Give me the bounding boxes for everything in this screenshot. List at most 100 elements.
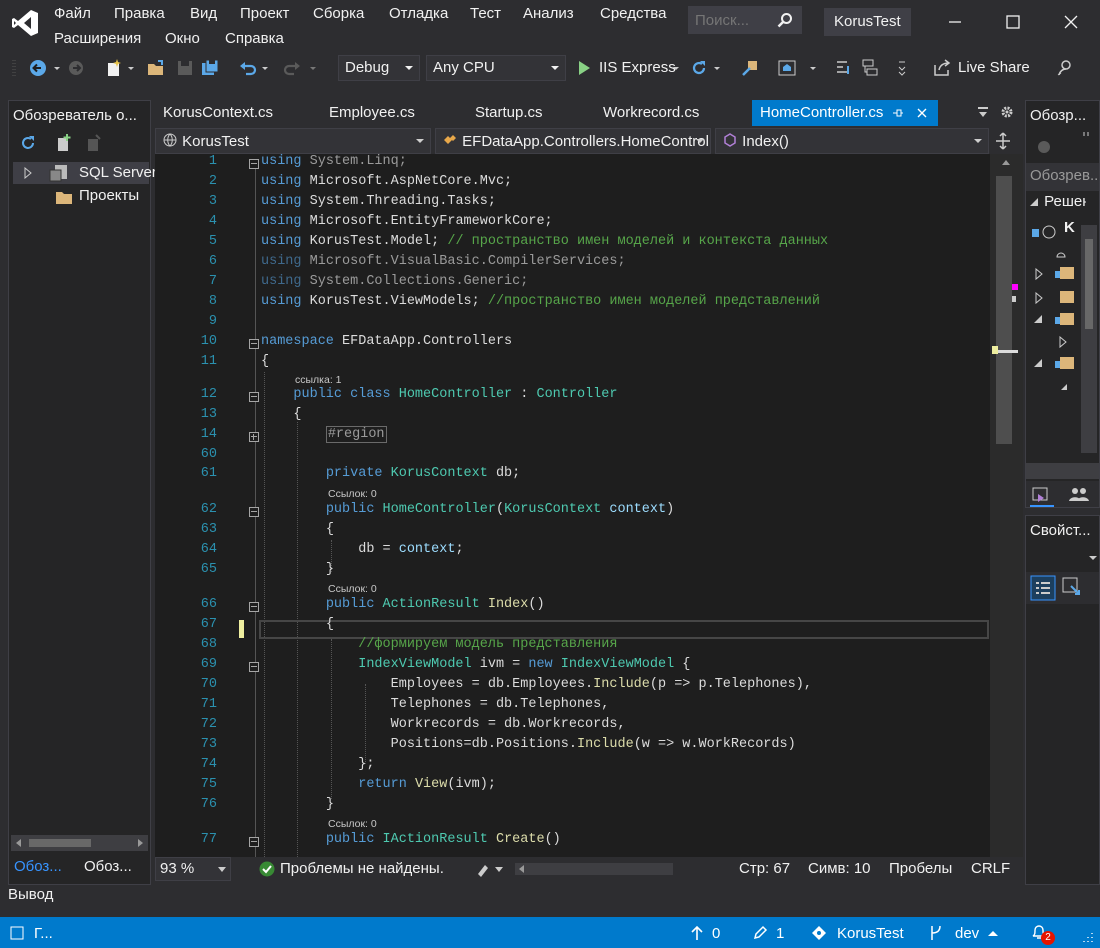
project-select[interactable]: KorusTest [155,128,431,154]
line-ending-indicator[interactable]: CRLF [971,860,1010,877]
collapse-icon[interactable] [249,392,259,402]
toolbar-overflow-icon[interactable] [896,58,908,78]
chevron-up-icon[interactable] [988,930,998,936]
collapse-icon[interactable] [249,507,259,517]
menu-view[interactable]: Вид [190,5,217,22]
live-share-button[interactable]: Live Share [958,59,1030,76]
menu-test[interactable]: Тест [470,5,501,22]
menu-tools[interactable]: Средства [600,5,666,22]
scroll-up-icon[interactable] [1001,158,1011,166]
zoom-select[interactable]: 93 % [155,857,231,881]
scroll-left-icon[interactable] [14,838,24,848]
collapse-icon[interactable] [249,159,259,169]
tab-startup[interactable]: Startup.cs [467,100,551,126]
repository-name[interactable]: KorusTest [837,925,904,942]
vertical-scrollbar[interactable] [1081,225,1097,453]
connected-services-icon[interactable] [1054,247,1068,261]
forward-icon[interactable] [66,58,86,78]
back-dropdown-icon[interactable] [52,58,62,78]
codelens-references[interactable]: Ссылок: 0 [328,583,377,597]
pending-changes-count[interactable]: 1 [776,925,784,942]
home-dropdown-icon[interactable] [808,58,818,78]
class-select[interactable]: EFDataApp.Controllers.HomeController [435,128,711,154]
property-pages-icon[interactable] [1060,575,1084,599]
settings-gear-icon[interactable] [1000,105,1014,119]
open-folder-icon[interactable] [146,58,166,78]
team-explorer-icon[interactable] [1068,485,1090,505]
menu-analyze[interactable]: Анализ [523,5,574,22]
solution-node[interactable]: Решен... [1026,193,1086,210]
collapsed-region[interactable]: #region [325,426,387,443]
tab-workrecord[interactable]: Workrecord.cs [595,100,707,126]
collapse-icon[interactable] [249,339,259,349]
disconnect-icon[interactable] [83,133,103,153]
undo-dropdown-icon[interactable] [260,58,270,78]
menu-project[interactable]: Проект [240,5,289,22]
expand-icon[interactable] [249,432,259,442]
menu-file[interactable]: Файл [54,5,91,22]
save-all-icon[interactable] [200,58,220,78]
run-target-label[interactable]: IIS Express [599,59,676,76]
column-indicator[interactable]: Симв: 10 [808,860,871,877]
codelens-references[interactable]: ссылка: 1 [295,374,342,388]
tab-list-dropdown-icon[interactable] [977,106,989,120]
scrollbar-thumb[interactable] [1085,239,1093,329]
run-target-dropdown-icon[interactable] [671,58,681,78]
tab-korus-context[interactable]: KorusContext.cs [155,100,281,126]
codelens-references[interactable]: Ссылок: 0 [328,488,377,502]
refresh-dropdown-icon[interactable] [712,58,722,78]
start-debugging-icon[interactable] [574,58,594,78]
unpublished-commits-count[interactable]: 0 [712,925,720,942]
collapse-icon[interactable] [249,837,259,847]
new-project-icon[interactable] [104,58,124,78]
collapse-icon[interactable] [249,602,259,612]
tab-server-explorer[interactable]: Обоз... [84,858,132,875]
editor-vertical-scrollbar[interactable] [990,154,1023,857]
chevron-down-icon[interactable] [1088,554,1098,562]
menu-debug[interactable]: Отладка [389,5,448,22]
collapse-arrow-icon[interactable] [1060,383,1068,391]
menu-extensions[interactable]: Расширения [54,30,141,47]
add-server-icon[interactable] [53,133,73,153]
menu-window[interactable]: Окно [165,30,200,47]
menu-help[interactable]: Справка [225,30,284,47]
problems-status[interactable]: Проблемы не найдены. [280,860,444,877]
tab-employee[interactable]: Employee.cs [321,100,423,126]
tree-item-sql-server[interactable]: SQL Server [13,162,157,184]
collapse-arrow-icon[interactable] [1028,196,1040,208]
solution-search-input[interactable]: Обозрев... [1026,163,1099,191]
minimize-icon[interactable] [940,8,970,36]
scrollbar-thumb[interactable] [29,839,91,847]
member-select[interactable]: Index() [715,128,989,154]
branch-icon[interactable] [928,924,944,942]
scroll-left-icon[interactable] [517,864,527,874]
feedback-person-icon[interactable] [1055,58,1075,78]
menu-edit[interactable]: Правка [114,5,165,22]
branch-name[interactable]: dev [955,925,979,942]
home-browser-icon[interactable] [777,58,797,78]
horizontal-scrollbar[interactable] [1026,463,1099,479]
search-input[interactable] [689,7,775,33]
redo-dropdown-icon[interactable] [308,58,318,78]
horizontal-scrollbar[interactable] [515,863,673,875]
line-indicator[interactable]: Стр: 67 [739,860,790,877]
code-editor[interactable]: 1 using System.Linq; 2 using Microsoft.Asp… [155,154,1023,857]
save-icon[interactable] [175,58,195,78]
tree-item-projects[interactable]: Проекты [13,186,149,208]
collapse-icon[interactable] [249,662,259,672]
refresh-icon[interactable] [19,134,37,152]
repository-icon[interactable] [811,925,827,941]
browser-refresh-icon[interactable] [689,58,709,78]
project-node-icon[interactable] [1030,223,1064,241]
expand-arrow-icon[interactable] [23,167,33,179]
categorized-view-icon[interactable] [1030,575,1056,601]
solution-explorer-tab-icon[interactable] [1030,485,1054,507]
back-icon[interactable] [1036,139,1052,155]
pencil-icon[interactable] [752,925,768,941]
maximize-icon[interactable] [998,8,1028,36]
search-box[interactable] [688,6,802,34]
back-icon[interactable] [28,58,48,78]
split-window-icon[interactable] [993,131,1013,151]
layout-icon[interactable] [860,58,880,78]
live-share-icon[interactable] [932,58,952,78]
